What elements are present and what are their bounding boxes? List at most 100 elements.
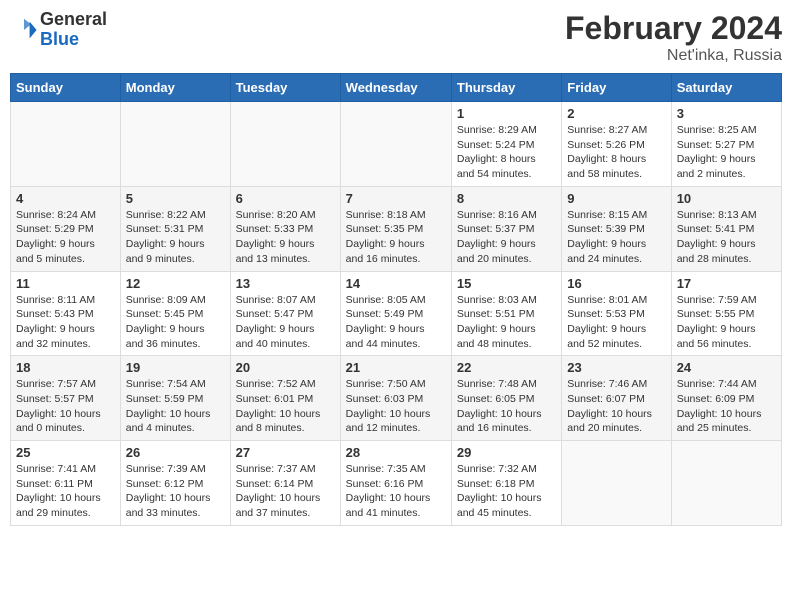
day-info: Sunrise: 7:57 AM Sunset: 5:57 PM Dayligh…: [16, 377, 115, 436]
day-number: 23: [567, 360, 665, 375]
weekday-header-monday: Monday: [120, 74, 230, 102]
calendar-cell: 17Sunrise: 7:59 AM Sunset: 5:55 PM Dayli…: [671, 271, 781, 356]
day-number: 12: [126, 276, 225, 291]
week-row-4: 18Sunrise: 7:57 AM Sunset: 5:57 PM Dayli…: [11, 356, 782, 441]
calendar-cell: [340, 102, 451, 187]
calendar-cell: 6 Sunrise: 8:20 AM Sunset: 5:33 PM Daylig…: [230, 186, 340, 271]
day-number: 27: [236, 445, 335, 460]
day-number: 11: [16, 276, 115, 291]
logo-general: General: [40, 10, 107, 30]
calendar-cell: 29 Sunrise: 7:32 AM Sunset: 6:18 PM Dayli…: [451, 441, 561, 526]
day-number: 20: [236, 360, 335, 375]
day-number: 29: [457, 445, 556, 460]
day-number: 3: [677, 106, 776, 121]
week-row-2: 4 Sunrise: 8:24 AM Sunset: 5:29 PM Daylig…: [11, 186, 782, 271]
day-number: 4: [16, 191, 115, 206]
calendar-cell: [671, 441, 781, 526]
day-info: Sunrise: 7:32 AM Sunset: 6:18 PM Dayligh…: [457, 462, 556, 521]
day-info: Sunrise: 8:07 AM Sunset: 5:47 PM Dayligh…: [236, 293, 335, 352]
day-info: Sunrise: 7:46 AM Sunset: 6:07 PM Dayligh…: [567, 377, 665, 436]
day-info: Sunrise: 7:41 AM Sunset: 6:11 PM Dayligh…: [16, 462, 115, 521]
week-row-5: 25 Sunrise: 7:41 AM Sunset: 6:11 PM Dayli…: [11, 441, 782, 526]
day-info: Sunrise: 8:20 AM Sunset: 5:33 PM Dayligh…: [236, 208, 335, 267]
day-number: 1: [457, 106, 556, 121]
logo-icon: [10, 16, 38, 44]
calendar-cell: 8Sunrise: 8:16 AM Sunset: 5:37 PM Daylig…: [451, 186, 561, 271]
day-info: Sunrise: 8:24 AM Sunset: 5:29 PM Dayligh…: [16, 208, 115, 267]
calendar-table: SundayMondayTuesdayWednesdayThursdayFrid…: [10, 73, 782, 526]
calendar-cell: 15Sunrise: 8:03 AM Sunset: 5:51 PM Dayli…: [451, 271, 561, 356]
calendar-cell: 18Sunrise: 7:57 AM Sunset: 5:57 PM Dayli…: [11, 356, 121, 441]
calendar-cell: [562, 441, 671, 526]
calendar-cell: 19 Sunrise: 7:54 AM Sunset: 5:59 PM Dayli…: [120, 356, 230, 441]
calendar-cell: 7 Sunrise: 8:18 AM Sunset: 5:35 PM Daylig…: [340, 186, 451, 271]
day-number: 19: [126, 360, 225, 375]
calendar-cell: 25 Sunrise: 7:41 AM Sunset: 6:11 PM Dayli…: [11, 441, 121, 526]
day-number: 9: [567, 191, 665, 206]
weekday-header-tuesday: Tuesday: [230, 74, 340, 102]
day-number: 26: [126, 445, 225, 460]
day-info: Sunrise: 8:29 AM Sunset: 5:24 PM Dayligh…: [457, 123, 556, 182]
day-number: 2: [567, 106, 665, 121]
day-number: 17: [677, 276, 776, 291]
calendar-cell: [120, 102, 230, 187]
day-info: Sunrise: 7:54 AM Sunset: 5:59 PM Dayligh…: [126, 377, 225, 436]
title-block: February 2024 Net'inka, Russia: [565, 10, 782, 65]
calendar-cell: 21 Sunrise: 7:50 AM Sunset: 6:03 PM Dayli…: [340, 356, 451, 441]
calendar-cell: 10Sunrise: 8:13 AM Sunset: 5:41 PM Dayli…: [671, 186, 781, 271]
day-number: 10: [677, 191, 776, 206]
calendar-cell: 16Sunrise: 8:01 AM Sunset: 5:53 PM Dayli…: [562, 271, 671, 356]
weekday-header-friday: Friday: [562, 74, 671, 102]
day-number: 15: [457, 276, 556, 291]
day-number: 14: [346, 276, 446, 291]
calendar-cell: 12Sunrise: 8:09 AM Sunset: 5:45 PM Dayli…: [120, 271, 230, 356]
calendar-cell: 2 Sunrise: 8:27 AM Sunset: 5:26 PM Daylig…: [562, 102, 671, 187]
day-info: Sunrise: 8:11 AM Sunset: 5:43 PM Dayligh…: [16, 293, 115, 352]
calendar-cell: 13Sunrise: 8:07 AM Sunset: 5:47 PM Dayli…: [230, 271, 340, 356]
day-number: 28: [346, 445, 446, 460]
calendar-cell: 20 Sunrise: 7:52 AM Sunset: 6:01 PM Dayli…: [230, 356, 340, 441]
day-info: Sunrise: 8:16 AM Sunset: 5:37 PM Dayligh…: [457, 208, 556, 267]
week-row-3: 11 Sunrise: 8:11 AM Sunset: 5:43 PM Dayli…: [11, 271, 782, 356]
weekday-header-thursday: Thursday: [451, 74, 561, 102]
day-info: Sunrise: 7:52 AM Sunset: 6:01 PM Dayligh…: [236, 377, 335, 436]
calendar-cell: 11 Sunrise: 8:11 AM Sunset: 5:43 PM Dayli…: [11, 271, 121, 356]
calendar-cell: 22Sunrise: 7:48 AM Sunset: 6:05 PM Dayli…: [451, 356, 561, 441]
day-info: Sunrise: 8:18 AM Sunset: 5:35 PM Dayligh…: [346, 208, 446, 267]
calendar-cell: 9 Sunrise: 8:15 AM Sunset: 5:39 PM Daylig…: [562, 186, 671, 271]
calendar-cell: 3Sunrise: 8:25 AM Sunset: 5:27 PM Daylig…: [671, 102, 781, 187]
logo-text: General Blue: [40, 10, 107, 50]
page-header: General Blue February 2024 Net'inka, Rus…: [10, 10, 782, 65]
day-info: Sunrise: 8:22 AM Sunset: 5:31 PM Dayligh…: [126, 208, 225, 267]
day-info: Sunrise: 7:50 AM Sunset: 6:03 PM Dayligh…: [346, 377, 446, 436]
day-info: Sunrise: 8:15 AM Sunset: 5:39 PM Dayligh…: [567, 208, 665, 267]
calendar-cell: 24Sunrise: 7:44 AM Sunset: 6:09 PM Dayli…: [671, 356, 781, 441]
day-info: Sunrise: 8:27 AM Sunset: 5:26 PM Dayligh…: [567, 123, 665, 182]
location-subtitle: Net'inka, Russia: [565, 47, 782, 65]
weekday-header-saturday: Saturday: [671, 74, 781, 102]
day-number: 24: [677, 360, 776, 375]
calendar-cell: [11, 102, 121, 187]
calendar-cell: 28 Sunrise: 7:35 AM Sunset: 6:16 PM Dayli…: [340, 441, 451, 526]
day-number: 25: [16, 445, 115, 460]
month-year-title: February 2024: [565, 10, 782, 47]
day-number: 7: [346, 191, 446, 206]
weekday-header-wednesday: Wednesday: [340, 74, 451, 102]
calendar-cell: 26Sunrise: 7:39 AM Sunset: 6:12 PM Dayli…: [120, 441, 230, 526]
calendar-cell: 5 Sunrise: 8:22 AM Sunset: 5:31 PM Daylig…: [120, 186, 230, 271]
logo-blue: Blue: [40, 30, 107, 50]
day-number: 16: [567, 276, 665, 291]
logo: General Blue: [10, 10, 107, 50]
calendar-cell: 4 Sunrise: 8:24 AM Sunset: 5:29 PM Daylig…: [11, 186, 121, 271]
day-number: 21: [346, 360, 446, 375]
weekday-header-row: SundayMondayTuesdayWednesdayThursdayFrid…: [11, 74, 782, 102]
day-info: Sunrise: 7:35 AM Sunset: 6:16 PM Dayligh…: [346, 462, 446, 521]
day-info: Sunrise: 7:48 AM Sunset: 6:05 PM Dayligh…: [457, 377, 556, 436]
day-info: Sunrise: 7:37 AM Sunset: 6:14 PM Dayligh…: [236, 462, 335, 521]
weekday-header-sunday: Sunday: [11, 74, 121, 102]
day-number: 5: [126, 191, 225, 206]
calendar-cell: 14Sunrise: 8:05 AM Sunset: 5:49 PM Dayli…: [340, 271, 451, 356]
calendar-cell: [230, 102, 340, 187]
week-row-1: 1 Sunrise: 8:29 AM Sunset: 5:24 PM Daylig…: [11, 102, 782, 187]
day-number: 6: [236, 191, 335, 206]
